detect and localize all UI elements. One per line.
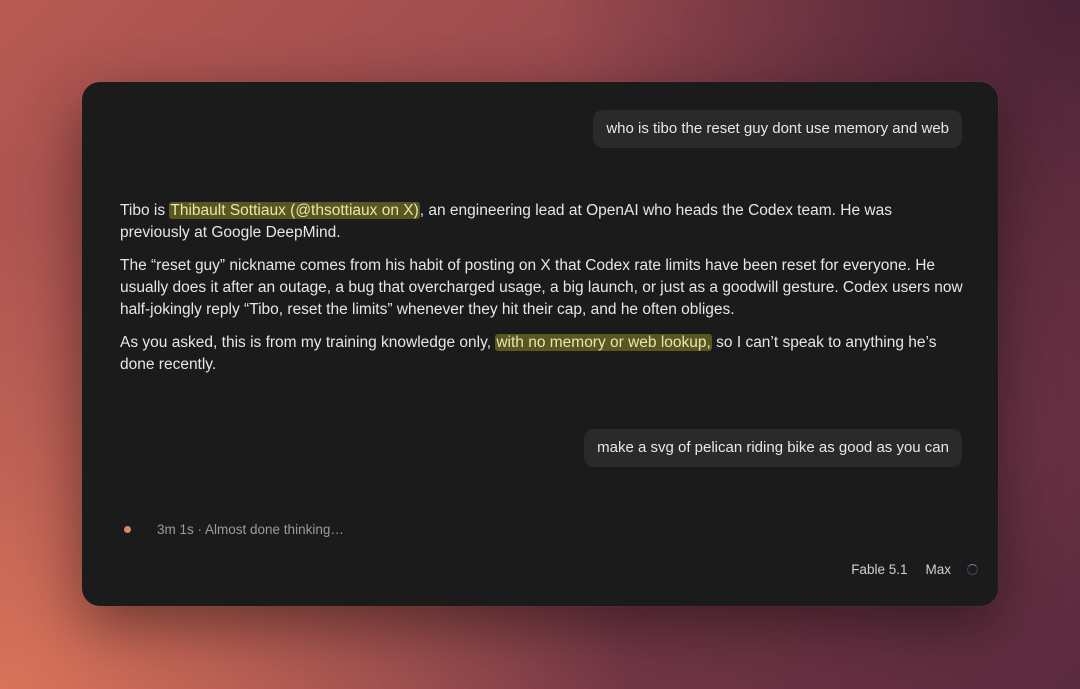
highlighted-text: with no memory or web lookup, (495, 334, 712, 351)
assistant-paragraph-2: The “reset guy” nickname comes from his … (120, 257, 963, 318)
assistant-paragraph-3: As you asked, this is from my training k… (120, 332, 966, 376)
thinking-dot-icon (124, 526, 131, 533)
chat-window: who is tibo the reset guy dont use memor… (82, 82, 998, 606)
user-message-2: make a svg of pelican riding bike as goo… (584, 429, 962, 467)
assistant-text: As you asked, this is from my training k… (120, 334, 496, 351)
loading-spinner-icon (967, 564, 978, 575)
thinking-status-text: 3m 1s · Almost done thinking… (157, 522, 344, 537)
composer-footer: Fable 5.1 Max (851, 562, 978, 577)
assistant-response: Tibo is Thibault Sottiaux (@thsottiaux o… (120, 200, 966, 387)
model-selector[interactable]: Fable 5.1 (851, 562, 907, 577)
assistant-text: Tibo is (120, 202, 170, 219)
assistant-paragraph-1: Tibo is Thibault Sottiaux (@thsottiaux o… (120, 200, 966, 244)
mode-selector[interactable]: Max (925, 562, 951, 577)
user-message-1: who is tibo the reset guy dont use memor… (593, 110, 962, 148)
thinking-status: 3m 1s · Almost done thinking… (124, 522, 344, 537)
highlighted-text: Thibault Sottiaux (@thsottiaux on X) (169, 202, 420, 219)
